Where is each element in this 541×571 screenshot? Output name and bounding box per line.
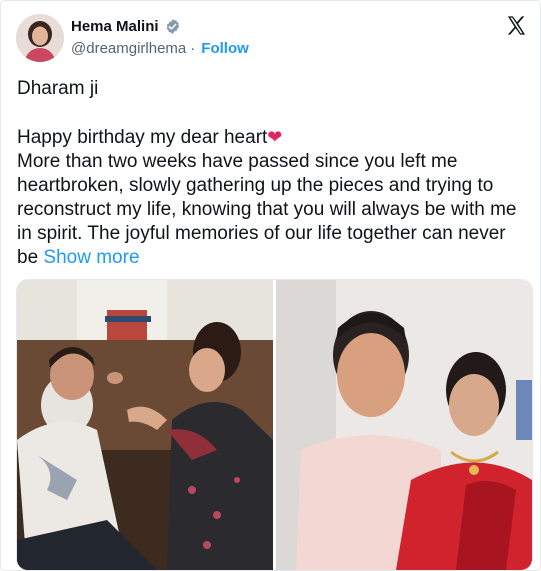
tweet-line-body: More than two weeks have passed since yo…	[17, 150, 525, 270]
show-more-link[interactable]: Show more	[43, 247, 139, 268]
birthday-text: Happy birthday my dear heart	[17, 127, 268, 148]
tweet-text: Dharam ji Happy birthday my dear heart❤ …	[17, 77, 525, 270]
tweet-line-greeting: Dharam ji	[17, 78, 99, 99]
media-grid	[16, 279, 533, 571]
photo-left[interactable]	[17, 280, 273, 570]
x-logo-icon[interactable]	[505, 14, 528, 37]
tweet-line-birthday: Happy birthday my dear heart❤	[17, 125, 525, 150]
display-name[interactable]: Hema Malini	[71, 18, 159, 35]
avatar[interactable]	[16, 14, 64, 62]
handle[interactable]: @dreamgirlhema	[71, 40, 186, 57]
handle-row: @dreamgirlhema · Follow	[71, 40, 249, 57]
photo-right[interactable]	[276, 280, 532, 570]
separator: ·	[190, 40, 196, 57]
red-heart-emoji: ❤	[267, 127, 283, 147]
name-row: Hema Malini	[71, 16, 181, 36]
follow-button[interactable]: Follow	[201, 40, 249, 57]
verified-badge-icon	[164, 18, 181, 35]
tweet-card: Hema Malini @dreamgirlhema · Follow Dhar…	[0, 0, 541, 571]
